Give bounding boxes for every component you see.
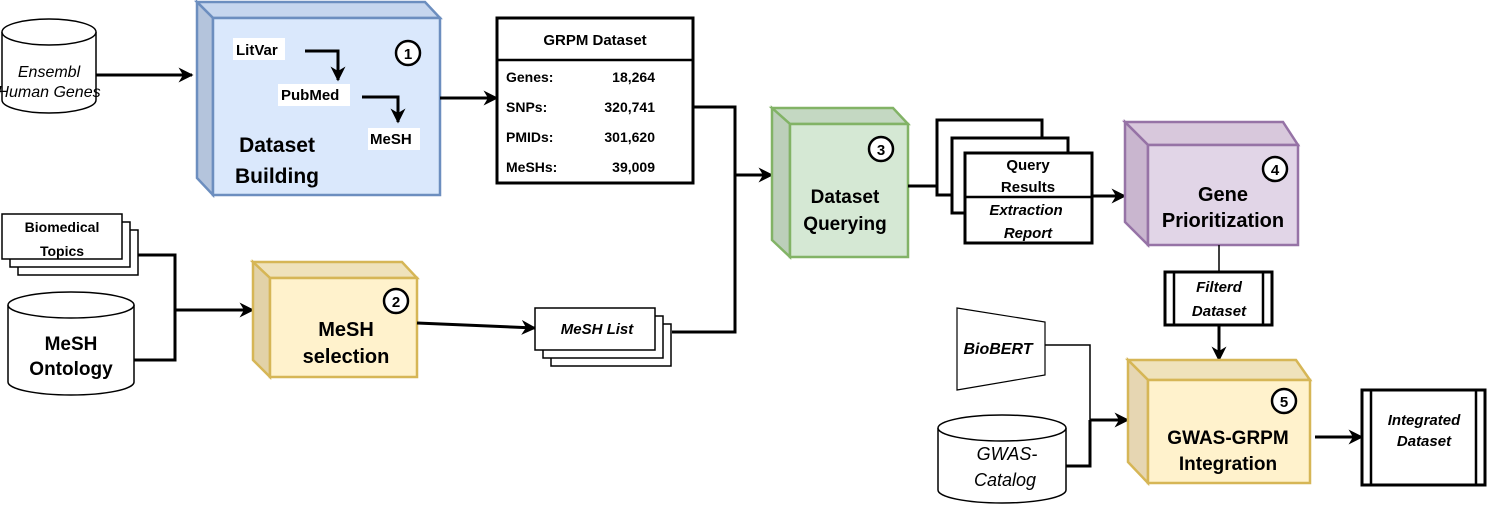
integrated-label: Integrated (1388, 412, 1461, 429)
grpm-dataset-table: GRPM Dataset Genes: 18,264 SNPs: 320,741… (495, 16, 695, 185)
query-results-label: Query (1006, 157, 1050, 174)
row-label: Genes: (506, 69, 553, 85)
ensembl-label: Ensembl (18, 64, 81, 81)
mesh-list-documents: MeSH List (534, 307, 672, 367)
step-mesh-selection: 2 MeSH selection (249, 259, 420, 381)
row-label: MeSHs: (506, 159, 557, 175)
query-results-label-2: Results (1001, 179, 1055, 196)
ensembl-database: Ensembl Human Genes (0, 18, 101, 114)
filtered-label-2: Dataset (1192, 303, 1247, 320)
pubmed-label: PubMed (281, 87, 339, 104)
pipeline-diagram: Ensembl Human Genes LitVar PubMed MeSH 1… (0, 0, 1487, 504)
report-label-2: Report (1004, 225, 1053, 242)
step-number-badge: 4 (1271, 162, 1280, 179)
report-label: Extraction (989, 202, 1062, 219)
topics-label-2: Topics (40, 243, 84, 259)
ontology-label: MeSH (45, 334, 98, 355)
mesh-ontology-database: MeSH Ontology (7, 291, 135, 396)
topics-label: Biomedical (25, 219, 100, 235)
query-results-documents: Query Results Extraction Report (935, 118, 1094, 245)
step-title: GWAS-GRPM (1167, 428, 1288, 449)
row-value: 320,741 (604, 99, 655, 115)
gwas-label-2: Catalog (974, 470, 1036, 490)
table-title: GRPM Dataset (543, 32, 646, 49)
step-number-badge: 2 (392, 294, 400, 311)
litvar-label: LitVar (236, 42, 278, 59)
filtered-label: Filterd (1196, 279, 1243, 296)
row-label: PMIDs: (506, 129, 553, 145)
biomedical-topics-documents: Biomedical Topics (1, 213, 139, 276)
ensembl-label-2: Human Genes (0, 84, 101, 101)
step-title: Dataset (811, 187, 880, 208)
step-gene-prioritization: 4 Gene Prioritization (1121, 118, 1301, 249)
gwas-catalog-database: GWAS- Catalog (937, 414, 1067, 504)
biobert-label: BioBERT (963, 341, 1033, 358)
row-value: 301,620 (604, 129, 655, 145)
step-title: Dataset (239, 134, 315, 157)
step-title-2: Building (235, 165, 319, 188)
step-title-2: Querying (803, 214, 886, 235)
row-value: 18,264 (612, 69, 655, 85)
step-dataset-building: LitVar PubMed MeSH 1 Dataset Building (193, 0, 443, 199)
mesh-list-label: MeSH List (561, 321, 635, 338)
step-title-2: Prioritization (1162, 210, 1284, 232)
ontology-label-2: Ontology (29, 359, 113, 380)
step-number-badge: 3 (877, 142, 885, 159)
step-title-2: selection (303, 346, 390, 368)
row-label: SNPs: (506, 99, 547, 115)
step-gwas-grpm-integration: 5 GWAS-GRPM Integration (1124, 356, 1313, 487)
biobert-model: BioBERT (956, 307, 1046, 391)
row-value: 39,009 (612, 159, 655, 175)
step-title: MeSH (318, 319, 374, 341)
filtered-dataset: Filterd Dataset (1163, 270, 1274, 327)
step-title-2: Integration (1179, 454, 1277, 475)
svg-text:1: 1 (404, 46, 412, 63)
gwas-label: GWAS- (977, 444, 1038, 464)
integrated-label-2: Dataset (1397, 433, 1452, 450)
mesh-label: MeSH (370, 131, 412, 148)
integrated-dataset: Integrated Dataset (1360, 388, 1487, 487)
step-number-badge: 5 (1280, 394, 1288, 411)
step-dataset-querying: 3 Dataset Querying (768, 105, 911, 260)
step-title: Gene (1198, 184, 1248, 206)
